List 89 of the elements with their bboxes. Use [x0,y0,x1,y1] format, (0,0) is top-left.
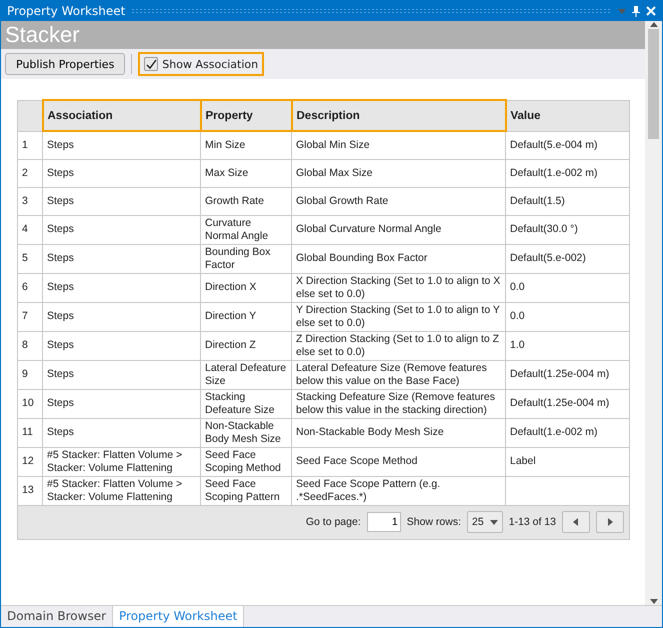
table-cell: Global Max Size [292,159,506,187]
table-cell: Default(1.5) [506,187,630,215]
table-cell: Seed Face Scoping Pattern [200,476,292,505]
table-cell: Steps [42,159,200,187]
table-cell: 0.0 [506,273,630,302]
table-cell: Steps [42,215,200,244]
page-range: 1-13 of 13 [508,516,556,528]
table-cell: Max Size [200,159,292,187]
page-input[interactable]: 1 [366,512,401,532]
table-cell: X Direction Stacking (Set to 1.0 to align to X else set to 0.0) [292,273,506,302]
dropdown-icon [618,7,626,15]
table-cell: Seed Face Scoping Method [200,447,292,476]
table-cell: Default(5.e-002) [506,244,630,273]
table-cell: Steps [42,302,200,331]
previous-page-button[interactable] [562,511,590,533]
table-cell: Growth Rate [200,187,292,215]
table-cell: Global Curvature Normal Angle [292,215,506,244]
row-number: 13 [18,476,42,505]
table-cell: Seed Face Scope Method [292,447,506,476]
table-cell: Steps [42,131,200,159]
table-cell: Default(5.e-004 m) [506,131,630,159]
pin-icon[interactable] [632,6,640,16]
table-cell: Steps [42,273,200,302]
table-cell: Z Direction Stacking (Set to 1.0 to align to Z else set to 0.0) [292,331,506,360]
table-cell: Bounding Box Factor [200,244,292,273]
right-triangle-icon [606,518,614,526]
go-to-page-label: Go to page: [306,516,361,528]
table-cell: Default(1.e-002 m) [506,418,630,447]
column-header: Description [292,100,506,131]
table-cell: 0.0 [506,302,630,331]
table-cell: Lateral Defeature Size [200,360,292,389]
table-cell: #5 Stacker: Flatten Volume > Stacker: Volume Flattening [42,447,200,476]
table-cell: Direction Y [200,302,292,331]
table-cell: Stacking Defeature Size (Remove features below this value in the stacking direction) [292,389,506,418]
left-triangle-icon [572,518,580,526]
row-number: 7 [18,302,42,331]
row-number: 4 [18,215,42,244]
table-cell: Lateral Defeature Size (Remove features below this value on the Base Face) [292,360,506,389]
table-cell: Direction Z [200,331,292,360]
column-header: Property [200,100,292,131]
table-cell: Min Size [200,131,292,159]
row-number: 3 [18,187,42,215]
publish-properties-button[interactable]: Publish Properties [5,53,126,75]
table-cell: #5 Stacker: Flatten Volume > Stacker: Volume Flattening [42,476,200,505]
table-cell: Steps [42,331,200,360]
header-title: Stacker [5,22,80,48]
table-cell: Global Growth Rate [292,187,506,215]
show-rows-label: Show rows: [406,516,462,528]
row-number: 12 [18,447,42,476]
table-cell: Stacking Defeature Size [200,389,292,418]
caret-icon [490,518,498,526]
bottom-tab[interactable]: Property Worksheet [113,606,244,627]
vertical-scrollbar[interactable] [645,21,662,605]
table-cell: Steps [42,244,200,273]
table-cell: Y Direction Stacking (Set to 1.0 to align to Y else set to 0.0) [292,302,506,331]
checkmark-icon [146,58,157,70]
next-page-button[interactable] [596,511,624,533]
row-number: 10 [18,389,42,418]
table-cell: Steps [42,418,200,447]
rows-dropdown[interactable]: 25 [467,511,503,533]
table-cell: Steps [42,360,200,389]
table-cell: Steps [42,389,200,418]
table-cell: Label [506,447,630,476]
row-number: 8 [18,331,42,360]
row-number: 6 [18,273,42,302]
column-header: Association [42,100,200,131]
table-cell: Direction X [200,273,292,302]
table-cell: Global Min Size [292,131,506,159]
close-icon[interactable] [646,6,656,16]
row-number: 1 [18,131,42,159]
table-cell: Default(1.25e-004 m) [506,389,630,418]
table-cell: Steps [42,187,200,215]
table-cell: Default(1.e-002 m) [506,159,630,187]
table-cell: Non-Stackable Body Mesh Size [200,418,292,447]
table-cell: 1.0 [506,331,630,360]
window-title: Property Worksheet [7,4,126,18]
row-number: 11 [18,418,42,447]
table-cell: Seed Face Scope Pattern (e.g. .*SeedFaces.*) [292,476,506,505]
row-number: 5 [18,244,42,273]
row-number: 9 [18,360,42,389]
table-cell: Curvature Normal Angle [200,215,292,244]
table-cell: Global Bounding Box Factor [292,244,506,273]
scrollbar-thumb[interactable] [648,29,659,139]
show-association-checkbox[interactable]: Show Association [138,52,264,76]
row-number: 2 [18,159,42,187]
table-cell: Default(1.25e-004 m) [506,360,630,389]
table-cell: Non-Stackable Body Mesh Size [292,418,506,447]
table-cell: Default(30.0 °) [506,215,630,244]
column-header: Value [506,100,630,131]
